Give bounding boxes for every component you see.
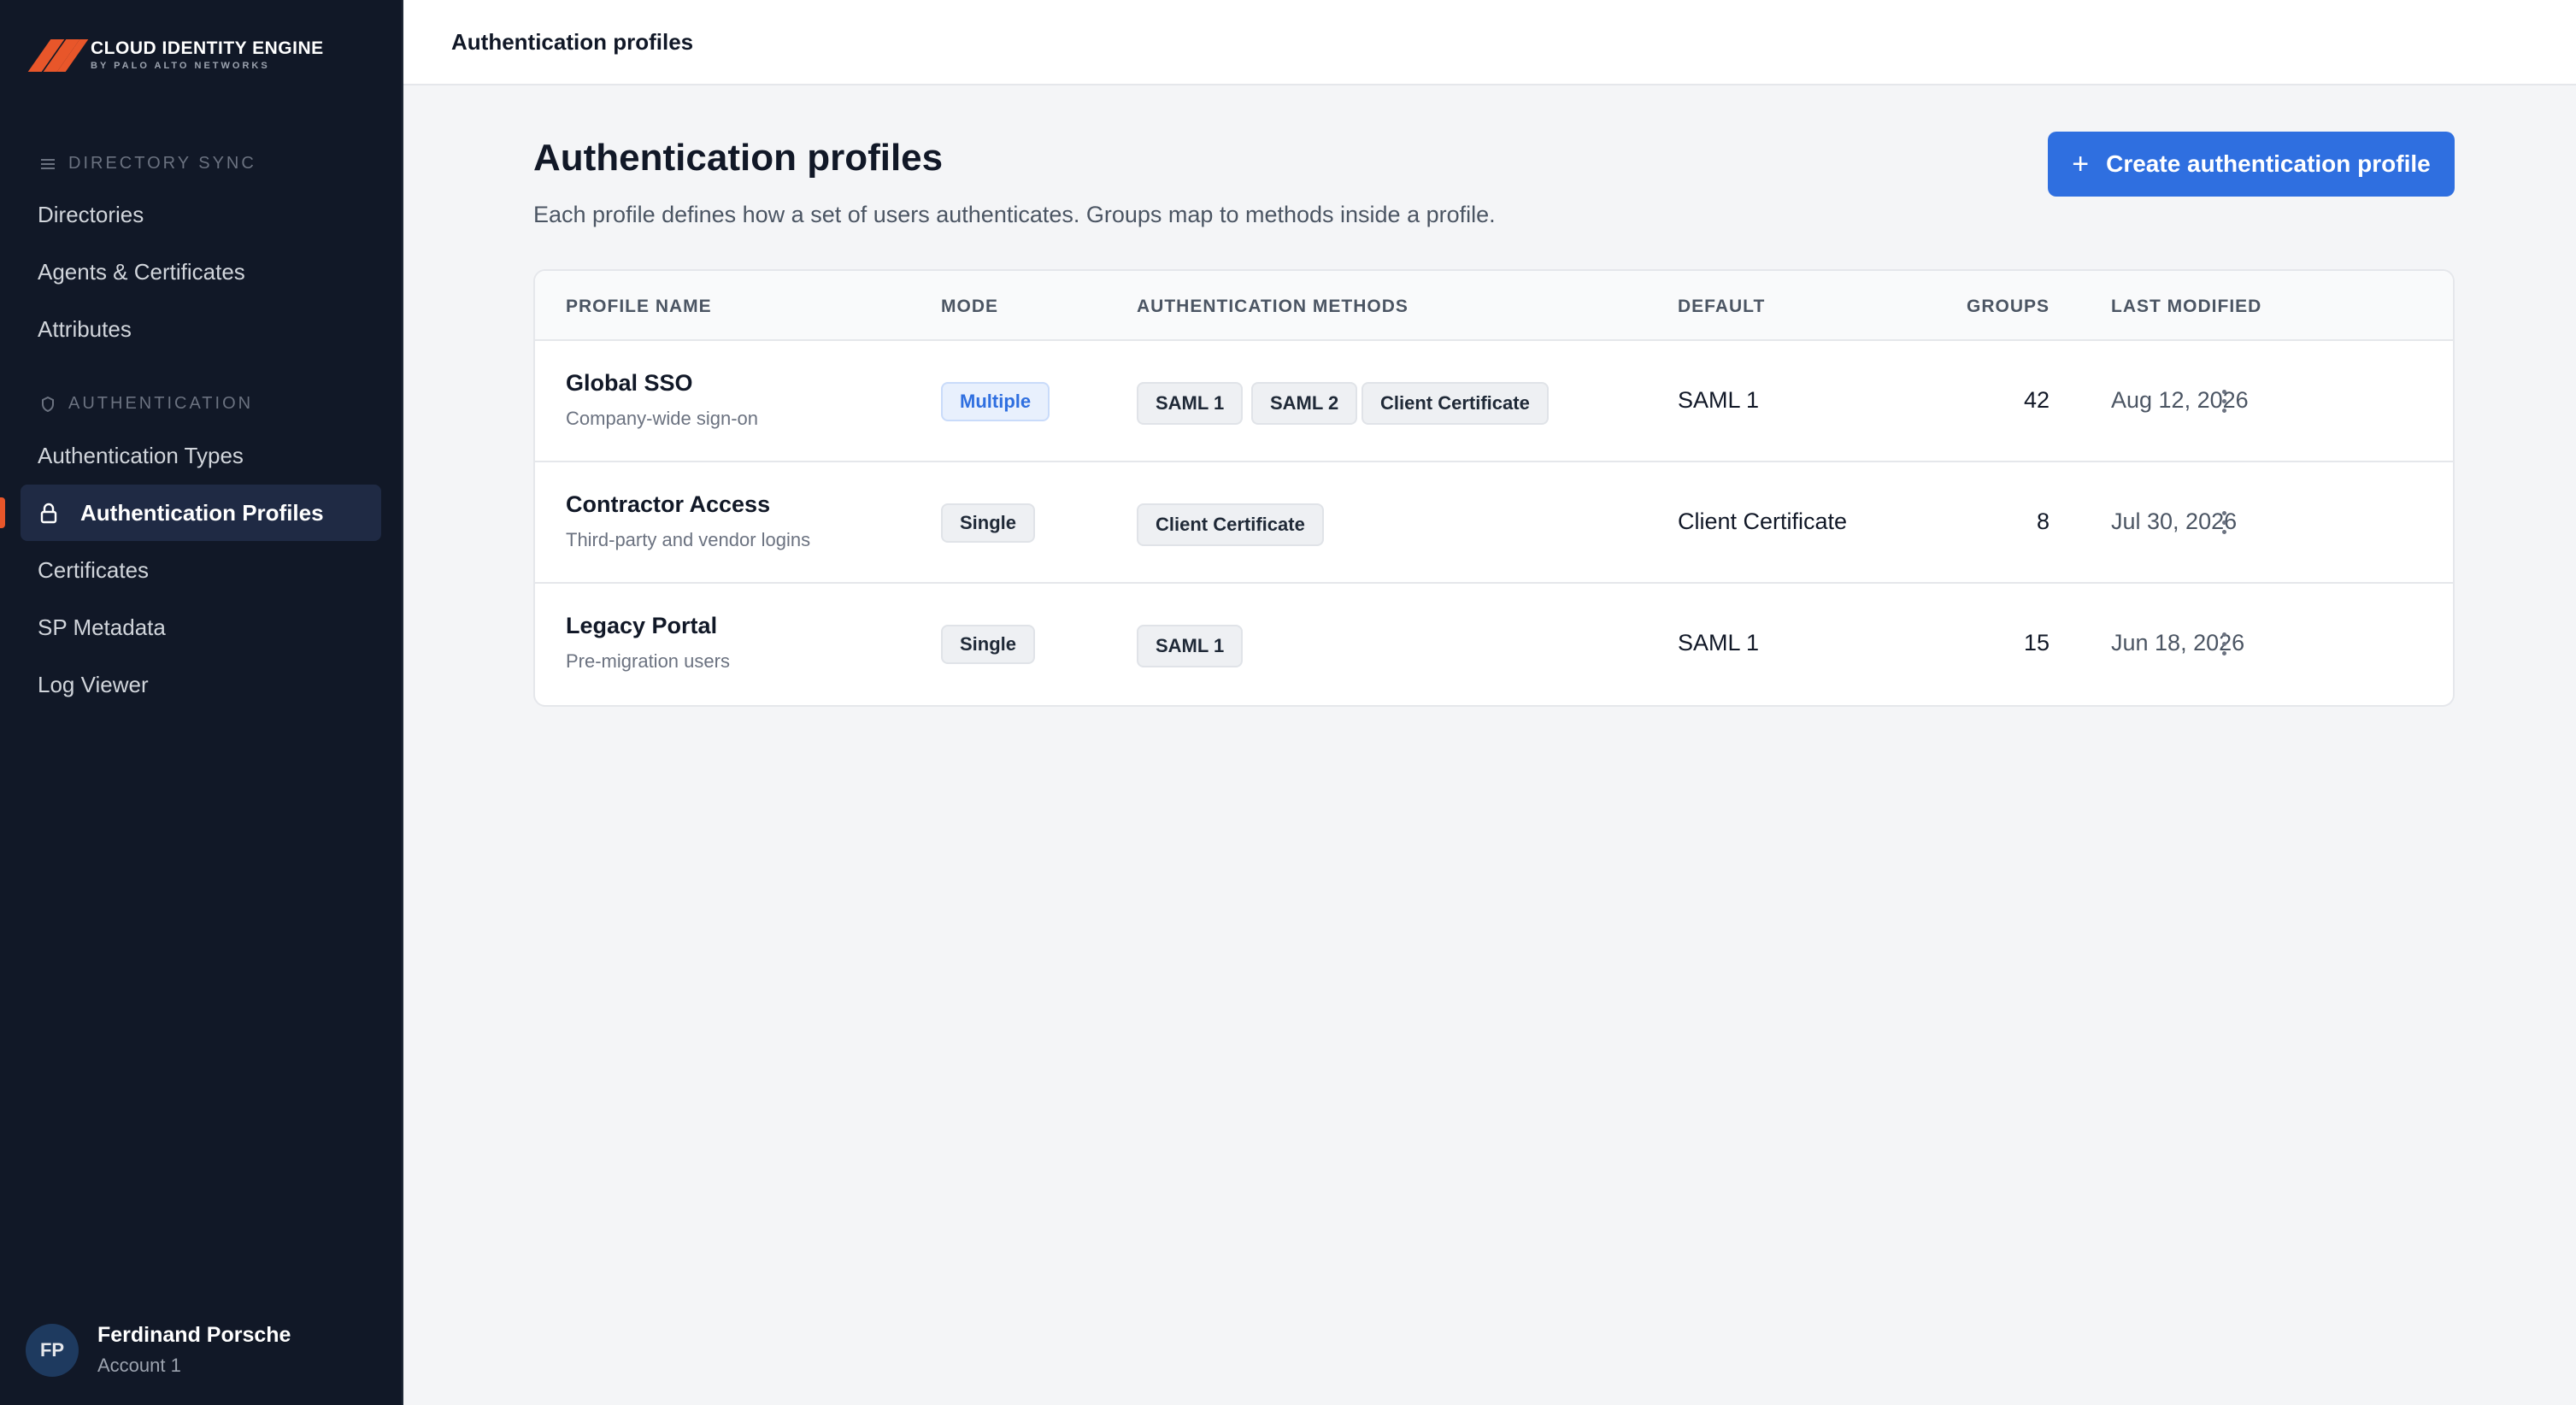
table-row[interactable]: Global SSO Company-wide sign-on Multiple… — [535, 341, 2453, 462]
row-actions-kebab-icon[interactable] — [2207, 626, 2241, 661]
section-directory-sync: DIRECTORY SYNC — [39, 154, 256, 173]
table-row[interactable]: Legacy Portal Pre-migration users Single… — [535, 584, 2453, 705]
sidebar-item-sp-metadata[interactable]: SP Metadata — [21, 599, 381, 655]
plus-icon: + — [2072, 147, 2090, 180]
table-header: PROFILE NAME MODE AUTHENTICATION METHODS… — [535, 271, 2453, 341]
groups-count: 8 — [2036, 509, 2050, 534]
user-account: Account 1 — [97, 1355, 181, 1376]
profile-name[interactable]: Contractor Access — [566, 491, 770, 518]
column-header-groups[interactable]: GROUPS — [1967, 297, 2050, 317]
sidebar-item-label: Log Viewer — [38, 671, 149, 697]
row-actions-kebab-icon[interactable] — [2207, 505, 2241, 539]
profiles-table: PROFILE NAME MODE AUTHENTICATION METHODS… — [533, 269, 2455, 707]
page-subtitle: Each profile defines how a set of users … — [533, 202, 1496, 227]
page-title: Authentication profiles — [533, 137, 944, 179]
sidebar-item-label: Authentication Types — [38, 442, 244, 468]
method-chip: SAML 2 — [1251, 382, 1358, 425]
create-button-label: Create authentication profile — [2106, 150, 2431, 177]
column-header-profile-name[interactable]: PROFILE NAME — [566, 297, 712, 317]
table-row[interactable]: Contractor Access Third-party and vendor… — [535, 462, 2453, 584]
brand-subtitle: BY PALO ALTO NETWORKS — [91, 61, 270, 71]
sidebar-item-authentication-types[interactable]: Authentication Types — [21, 427, 381, 484]
column-header-mode[interactable]: MODE — [941, 297, 998, 317]
sidebar-item-authentication-profiles[interactable]: Authentication Profiles — [21, 485, 381, 541]
profile-name[interactable]: Global SSO — [566, 370, 693, 397]
column-header-default[interactable]: DEFAULT — [1678, 297, 1765, 317]
top-bar: Authentication profiles — [403, 0, 2576, 85]
groups-count: 42 — [2023, 387, 2050, 413]
create-authentication-profile-button[interactable]: + Create authentication profile — [2048, 132, 2455, 197]
groups-count: 15 — [2023, 630, 2050, 655]
sidebar-item-label: Agents & Certificates — [38, 258, 245, 285]
user-profile[interactable]: FP Ferdinand Porsche Account 1 — [26, 1323, 291, 1377]
sidebar-item-agents-certificates[interactable]: Agents & Certificates — [21, 244, 381, 300]
sidebar-item-label: Authentication Profiles — [80, 499, 324, 526]
sidebar-item-attributes[interactable]: Attributes — [21, 301, 381, 357]
profile-description: Third-party and vendor logins — [566, 529, 811, 550]
method-chip: SAML 1 — [1137, 382, 1244, 425]
sidebar-item-certificates[interactable]: Certificates — [21, 542, 381, 598]
method-chip: SAML 1 — [1137, 625, 1244, 667]
shield-icon — [42, 396, 54, 412]
active-indicator — [0, 497, 5, 528]
mode-badge: Single — [941, 503, 1036, 543]
palo-alto-logo-icon — [27, 38, 89, 72]
column-header-authentication-methods[interactable]: AUTHENTICATION METHODS — [1137, 297, 1409, 317]
sidebar-item-label: Directories — [38, 201, 144, 227]
default-method: Client Certificate — [1678, 509, 1848, 534]
mode-badge: Single — [941, 625, 1036, 664]
sidebar-item-label: Attributes — [38, 315, 132, 342]
column-header-last-modified[interactable]: LAST MODIFIED — [2111, 297, 2261, 317]
brand-title: CLOUD IDENTITY ENGINE — [91, 38, 324, 58]
menu-icon — [41, 158, 55, 169]
avatar: FP — [26, 1323, 79, 1377]
sidebar-item-directories[interactable]: Directories — [21, 186, 381, 243]
profile-description: Pre-migration users — [566, 650, 730, 672]
method-chip: Client Certificate — [1362, 382, 1549, 425]
method-chip: Client Certificate — [1137, 503, 1324, 546]
breadcrumb: Authentication profiles — [451, 28, 694, 55]
default-method: SAML 1 — [1678, 387, 1760, 413]
mode-badge: Multiple — [941, 382, 1050, 421]
default-method: SAML 1 — [1678, 630, 1760, 655]
user-name: Ferdinand Porsche — [97, 1323, 291, 1347]
section-label: AUTHENTICATION — [68, 394, 254, 413]
row-actions-kebab-icon[interactable] — [2207, 384, 2241, 418]
section-authentication: AUTHENTICATION — [39, 394, 253, 414]
section-label: DIRECTORY SYNC — [68, 154, 256, 173]
sidebar-item-label: SP Metadata — [38, 614, 166, 640]
sidebar: CLOUD IDENTITY ENGINE BY PALO ALTO NETWO… — [0, 0, 403, 1405]
lock-icon — [40, 503, 57, 524]
brand-logo[interactable]: CLOUD IDENTITY ENGINE BY PALO ALTO NETWO… — [27, 38, 324, 72]
sidebar-item-label: Certificates — [38, 556, 150, 583]
profile-description: Company-wide sign-on — [566, 408, 758, 429]
sidebar-item-log-viewer[interactable]: Log Viewer — [21, 656, 381, 713]
profile-name[interactable]: Legacy Portal — [566, 613, 717, 639]
